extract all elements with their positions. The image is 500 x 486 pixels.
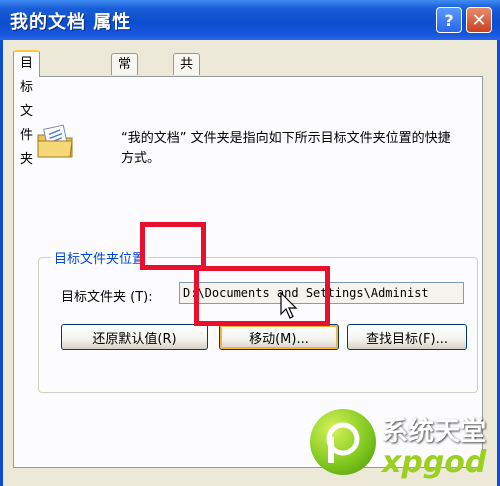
restore-default-button[interactable]: 还原默认值(R) (61, 324, 208, 350)
window-title: 我的文档 属性 (10, 12, 132, 33)
tab-general[interactable]: 常规 (111, 53, 139, 94)
help-button[interactable]: ? (436, 7, 462, 33)
group-title: 目标文件夹位置 (51, 248, 149, 267)
target-folder-label: 目标文件夹 (T): (61, 290, 153, 305)
watermark-logo: 系统天堂 xpgod (310, 405, 500, 486)
watermark-line1: 系统天堂 (382, 417, 487, 447)
find-target-button[interactable]: 查找目标(F)... (347, 324, 467, 350)
mouse-cursor-icon (280, 292, 298, 319)
highlight-box-move-button (194, 266, 330, 326)
tab-sharing[interactable]: 共享 (173, 53, 201, 94)
highlight-box-target-label (140, 222, 206, 270)
my-documents-folder-icon (37, 124, 73, 158)
close-button[interactable]: ✕ (466, 7, 492, 33)
tab-target-folder[interactable]: 目标文件夹 (13, 50, 41, 167)
watermark-line2: xpgod (382, 445, 487, 480)
title-bar[interactable]: 我的文档 属性 ? ✕ (0, 0, 500, 40)
description-text: “我的文档” 文件夹是指向如下所示目标文件夹位置的快捷方式。 (121, 131, 451, 166)
move-button[interactable]: 移动(M)... (219, 324, 339, 350)
close-icon: ✕ (471, 9, 487, 31)
logo-badge-icon (310, 409, 376, 475)
help-icon: ? (444, 10, 454, 30)
